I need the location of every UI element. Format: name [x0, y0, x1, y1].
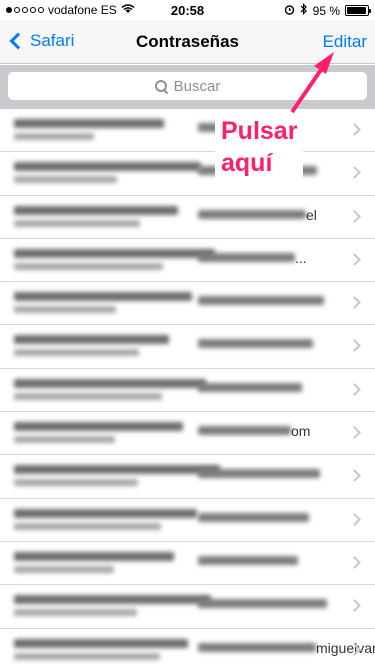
password-row[interactable] — [0, 585, 375, 629]
password-row[interactable]: ... — [0, 239, 375, 283]
bluetooth-icon — [300, 3, 308, 18]
blurred-site-name — [14, 292, 192, 302]
blurred-account — [14, 565, 114, 573]
chevron-right-icon — [348, 556, 361, 569]
blurred-site-name — [14, 119, 164, 128]
blurred-site-name — [14, 465, 220, 475]
blurred-site-name — [14, 205, 178, 215]
password-row[interactable]: el — [0, 196, 375, 239]
blurred-username — [198, 209, 306, 219]
search-bar: Buscar — [0, 65, 375, 109]
status-bar: vodafone ES 20:58 95 % — [0, 0, 375, 20]
chevron-right-icon — [348, 382, 361, 396]
chevron-right-icon — [348, 426, 361, 439]
chevron-right-icon — [348, 512, 361, 526]
blurred-username — [198, 642, 316, 652]
search-icon — [154, 79, 168, 93]
password-row[interactable] — [0, 455, 375, 499]
chevron-right-icon — [348, 296, 361, 310]
blurred-account — [14, 392, 162, 400]
blurred-site-name — [14, 162, 201, 172]
status-right: 95 % — [284, 3, 371, 18]
blurred-username — [198, 296, 324, 306]
annotation-line-1: Pulsar — [221, 117, 298, 145]
blurred-username — [198, 382, 302, 392]
blurred-account — [14, 262, 163, 270]
row-text-fragment: el — [306, 206, 317, 223]
battery-percent: 95 % — [312, 3, 340, 18]
blurred-site-name — [14, 335, 169, 345]
blurred-account — [14, 176, 117, 184]
blurred-site-name — [14, 422, 183, 432]
password-row[interactable] — [0, 369, 375, 413]
chevron-right-icon — [348, 599, 361, 613]
row-text-fragment: ... — [295, 249, 307, 266]
search-placeholder: Buscar — [173, 77, 221, 95]
chevron-right-icon — [348, 339, 361, 353]
blurred-username — [198, 599, 327, 609]
blurred-username — [198, 426, 291, 436]
row-text-fragment: miguelvargas — [316, 639, 375, 656]
battery-icon — [345, 5, 371, 16]
blurred-account — [14, 522, 161, 530]
blurred-account — [14, 306, 116, 314]
password-row[interactable]: a — [0, 109, 375, 153]
blurred-username — [198, 469, 320, 479]
password-row[interactable] — [0, 542, 375, 586]
blurred-account — [14, 436, 115, 444]
chevron-right-icon — [348, 469, 361, 483]
blurred-username — [198, 512, 309, 522]
chevron-right-icon — [348, 253, 361, 266]
blurred-site-name — [14, 638, 188, 648]
blurred-account — [14, 349, 139, 357]
blurred-username — [198, 252, 295, 262]
chevron-right-icon — [348, 166, 361, 180]
blurred-site-name — [14, 551, 174, 561]
password-row[interactable]: om — [0, 412, 375, 456]
blurred-account — [14, 609, 137, 617]
navigation-bar: Safari Contraseñas Editar — [0, 20, 375, 64]
blurred-account — [14, 479, 138, 487]
blurred-username — [198, 555, 298, 565]
password-row[interactable]: miguelvargas — [0, 629, 375, 667]
alarm-icon — [284, 4, 295, 18]
blurred-account — [14, 652, 160, 660]
chevron-right-icon — [348, 123, 361, 136]
blurred-site-name — [14, 508, 197, 518]
blurred-account — [14, 219, 140, 227]
page-title: Contraseñas — [136, 32, 239, 51]
annotation-label: Pulsar aquí — [215, 113, 304, 181]
blurred-site-name — [14, 595, 211, 605]
search-input[interactable]: Buscar — [8, 72, 367, 100]
password-row[interactable] — [0, 499, 375, 542]
password-row[interactable] — [0, 152, 375, 196]
password-list: a el... om miguelvargas — [0, 109, 375, 667]
blurred-site-name — [14, 248, 215, 258]
password-row[interactable] — [0, 282, 375, 326]
blurred-username — [198, 339, 313, 349]
annotation-line-2: aquí — [221, 149, 273, 177]
blurred-account — [14, 133, 94, 140]
edit-button[interactable]: Editar — [323, 32, 367, 52]
chevron-right-icon — [348, 209, 361, 223]
blurred-site-name — [14, 378, 206, 388]
password-row[interactable] — [0, 325, 375, 369]
row-text-fragment: om — [291, 423, 311, 440]
